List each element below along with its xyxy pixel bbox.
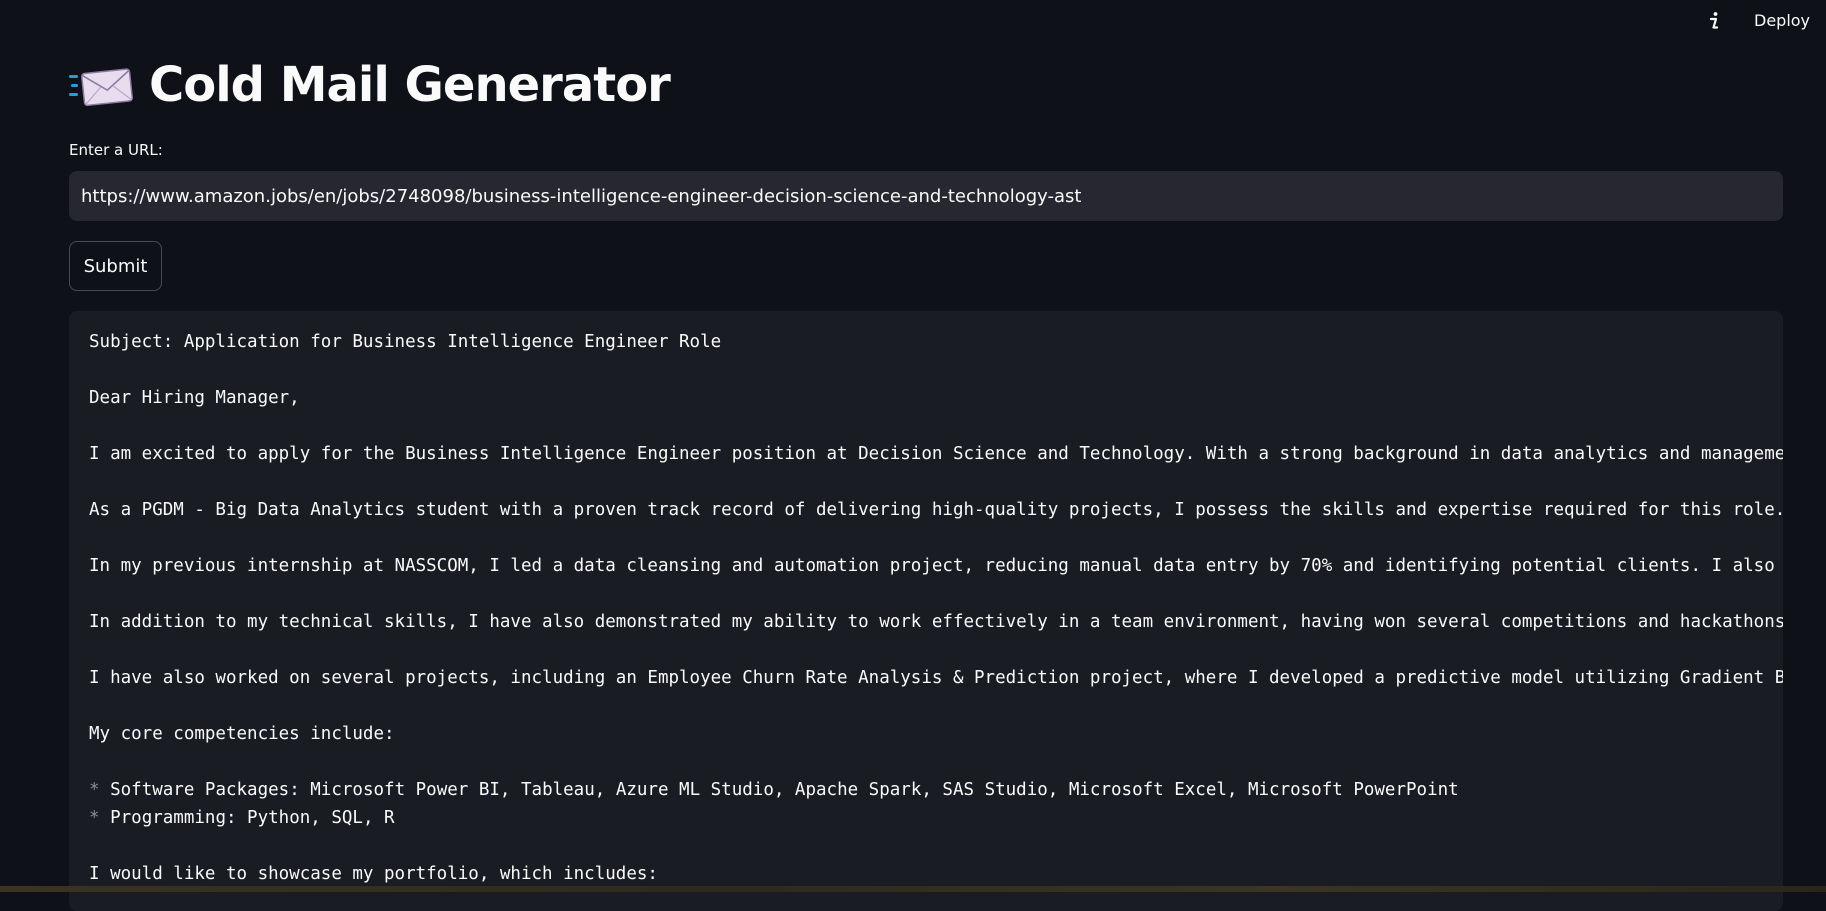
email-paragraph: In addition to my technical skills, I ha… <box>89 612 1783 632</box>
info-icon[interactable] <box>1700 9 1728 33</box>
email-subject-line: Subject: Application for Business Intell… <box>89 332 722 352</box>
bullet-marker: * <box>89 808 100 828</box>
url-input[interactable] <box>69 171 1783 221</box>
bullet-text: Software Packages: Microsoft Power BI, T… <box>110 780 1459 800</box>
info-icon-glyph <box>1709 12 1719 29</box>
submit-button[interactable]: Submit <box>69 241 162 291</box>
deploy-button[interactable]: Deploy <box>1742 8 1822 34</box>
email-bullet-item: * Software Packages: Microsoft Power BI,… <box>89 779 1459 801</box>
title-row: Cold Mail Generator <box>69 52 671 118</box>
email-greeting-line: Dear Hiring Manager, <box>89 388 300 408</box>
email-bullet-item: * Programming: Python, SQL, R <box>89 807 395 829</box>
url-field-label: Enter a URL: <box>69 141 163 159</box>
email-paragraph: I am excited to apply for the Business I… <box>89 444 1783 464</box>
bullet-marker: * <box>89 780 100 800</box>
email-paragraph: In my previous internship at NASSCOM, I … <box>89 556 1783 576</box>
email-competencies-heading: My core competencies include: <box>89 724 395 744</box>
top-toolbar: Deploy <box>0 0 1826 42</box>
email-paragraph: I would like to showcase my portfolio, w… <box>89 864 658 884</box>
incoming-envelope-icon <box>69 68 134 107</box>
page-title: Cold Mail Generator <box>149 57 671 113</box>
email-paragraph: As a PGDM - Big Data Analytics student w… <box>89 500 1783 520</box>
bullet-text: Programming: Python, SQL, R <box>110 808 395 828</box>
bottom-edge-strip <box>0 886 1826 892</box>
email-paragraph: I have also worked on several projects, … <box>89 668 1783 688</box>
generated-email-block[interactable]: Subject: Application for Business Intell… <box>69 311 1783 911</box>
